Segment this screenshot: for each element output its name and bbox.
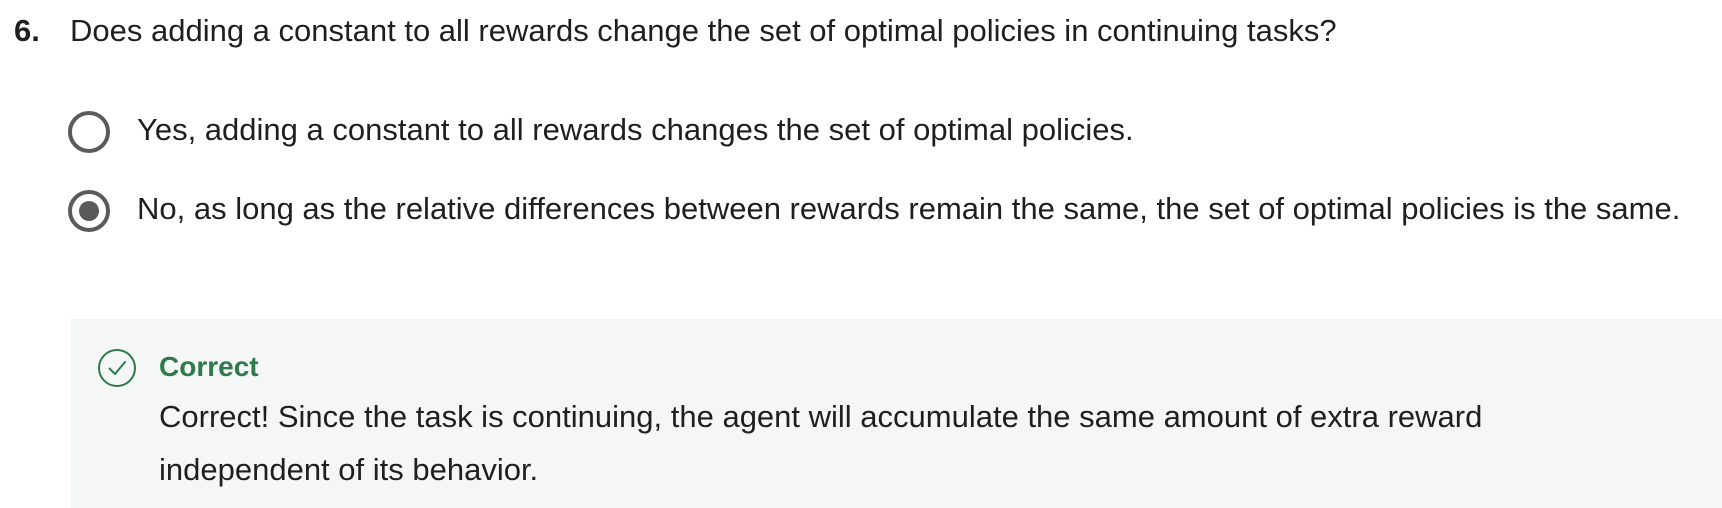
- question-number: 6.: [14, 13, 40, 48]
- radio-button-selected[interactable]: [68, 190, 110, 232]
- answer-option-label[interactable]: No, as long as the relative differences …: [137, 182, 1680, 235]
- check-circle-icon: [98, 349, 136, 387]
- feedback-text: Correct! Since the task is continuing, t…: [159, 399, 1483, 487]
- answer-option-label[interactable]: Yes, adding a constant to all rewards ch…: [137, 103, 1134, 156]
- feedback-title: Correct: [159, 351, 259, 382]
- question-text: Does adding a constant to all rewards ch…: [70, 13, 1337, 48]
- question: 6. Does adding a constant to all rewards…: [14, 8, 1682, 54]
- radio-button-unselected[interactable]: [68, 111, 110, 153]
- answer-option-1[interactable]: Yes, adding a constant to all rewards ch…: [68, 108, 1702, 156]
- feedback-panel: Correct Correct! Since the task is conti…: [71, 319, 1722, 508]
- answer-option-2[interactable]: No, as long as the relative differences …: [68, 187, 1702, 235]
